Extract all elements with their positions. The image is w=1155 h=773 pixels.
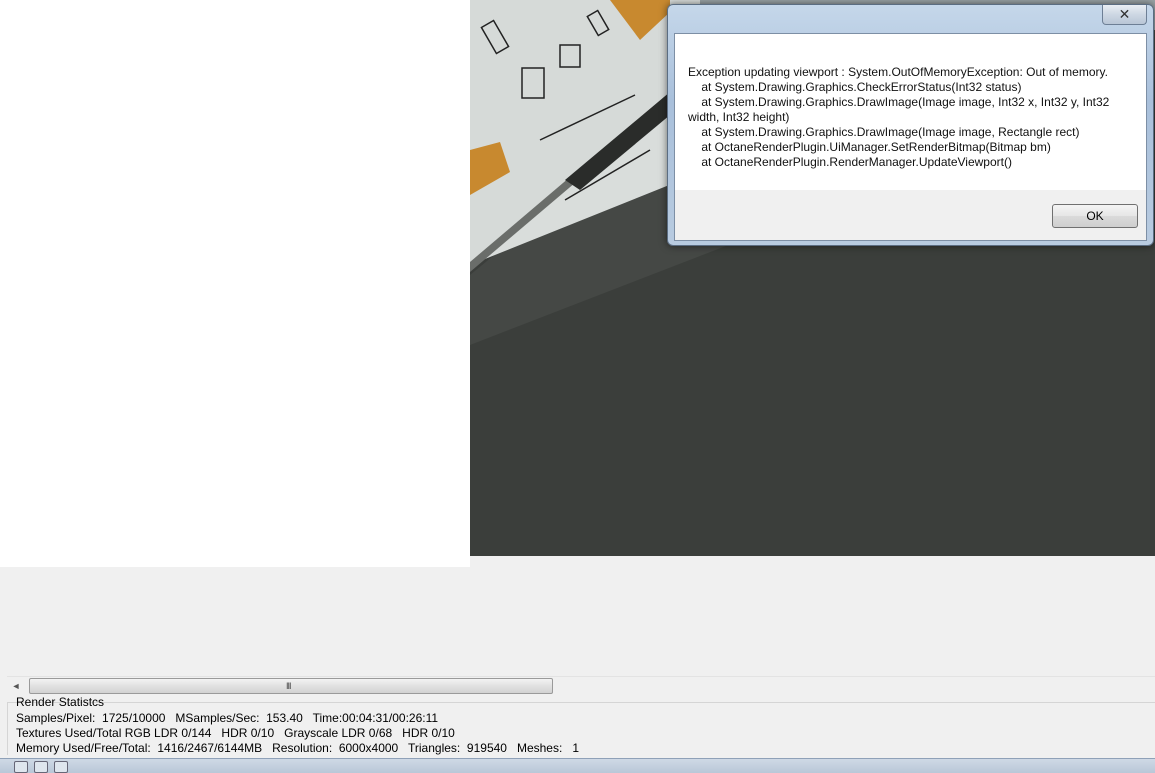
samples-stat-line: Samples/Pixel: 1725/10000 MSamples/Sec: … <box>16 711 439 725</box>
render-statistics-panel: Render Statistcs Samples/Pixel: 1725/100… <box>0 695 1155 757</box>
ok-button[interactable]: OK <box>1052 204 1138 228</box>
toolbar-icon[interactable] <box>34 761 48 773</box>
scroll-left-arrow-icon[interactable]: ◄ <box>9 677 23 694</box>
toolbar-icon[interactable] <box>14 761 28 773</box>
dialog-client-area: Exception updating viewport : System.Out… <box>674 33 1147 241</box>
grip-icon: III <box>286 681 291 691</box>
bottom-toolbar <box>0 758 1155 773</box>
textures-stat-line: Textures Used/Total RGB LDR 0/144 HDR 0/… <box>16 726 455 740</box>
horizontal-scrollbar[interactable]: ◄ III <box>7 676 1155 694</box>
toolbar-icon[interactable] <box>54 761 68 773</box>
exception-dialog: ✕ Exception updating viewport : System.O… <box>667 4 1154 246</box>
scroll-thumb[interactable]: III <box>29 678 553 694</box>
exception-message: Exception updating viewport : System.Out… <box>688 65 1110 169</box>
message-area: Exception updating viewport : System.Out… <box>675 34 1146 190</box>
memory-stat-line: Memory Used/Free/Total: 1416/2467/6144MB… <box>16 741 579 755</box>
stats-title: Render Statistcs <box>16 695 105 709</box>
left-blank-pane <box>0 0 470 567</box>
close-button[interactable]: ✕ <box>1102 5 1147 25</box>
